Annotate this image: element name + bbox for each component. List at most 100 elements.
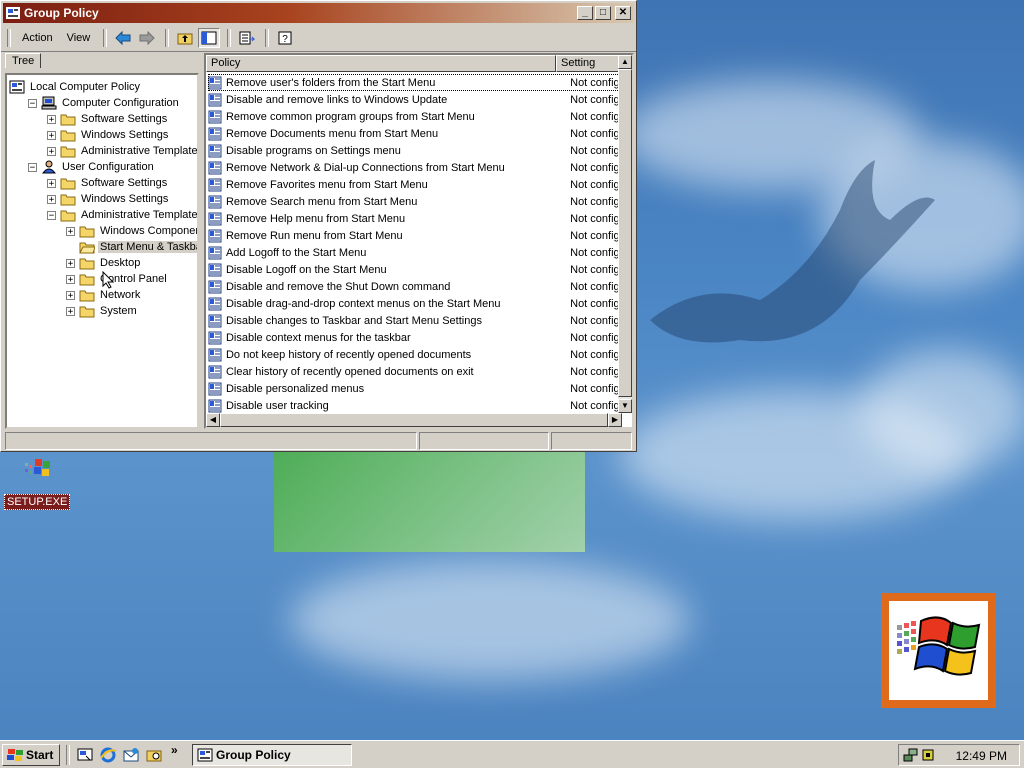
policy-row[interactable]: Add Logoff to the Start Menu Not configu [208,244,622,261]
tree-item[interactable]: Start Menu & Taskbar [66,239,197,255]
title-bar[interactable]: Group Policy _ □ ✕ [3,3,634,23]
cloud-decoration [290,560,690,680]
policy-row[interactable]: Clear history of recently opened documen… [208,363,622,380]
export-list-button[interactable] [236,28,258,48]
tree-item[interactable]: − Administrative Templates [47,207,197,223]
scroll-left-button[interactable]: ◀ [206,413,220,427]
tree-item[interactable]: + Administrative Templates [47,143,197,159]
column-header-setting[interactable]: Setting [556,55,622,72]
policy-row[interactable]: Remove Favorites menu from Start Menu Not… [208,176,622,193]
policy-row[interactable]: Remove Network & Dial-up Connections fro… [208,159,622,176]
policy-setting-value: Not configu [570,76,622,89]
policy-row[interactable]: Remove Help menu from Start Menu Not conf… [208,210,622,227]
vertical-scrollbar[interactable]: ▲ ▼ [618,55,632,413]
policy-row[interactable]: Disable Logoff on the Start Menu Not conf… [208,261,622,278]
policy-setting-icon [208,144,222,157]
menu-view[interactable]: View [61,30,97,46]
policy-setting-value: Not configu [570,399,622,412]
mouse-cursor-icon [102,271,114,289]
maximize-button[interactable]: □ [595,6,611,20]
tree-item[interactable]: + Software Settings [47,111,169,127]
scroll-down-button[interactable]: ▼ [618,399,632,413]
policy-row[interactable]: Remove user's folders from the Start Men… [208,74,622,91]
expand-icon[interactable]: + [66,226,75,236]
taskbar-button-group-policy[interactable]: Group Policy [192,744,352,766]
start-button[interactable]: Start [2,744,60,766]
clock[interactable]: 12:49 PM [956,749,1007,763]
collapse-icon[interactable]: − [28,98,37,108]
policy-row[interactable]: Do not keep history of recently opened d… [208,346,622,363]
policy-row[interactable]: Remove Documents menu from Start Menu Not… [208,125,622,142]
expand-icon[interactable]: + [47,114,56,124]
group-policy-icon [6,7,20,19]
policy-setting-value: Not configu [570,229,622,242]
policy-row[interactable]: Remove Search menu from Start Menu Not co… [208,193,622,210]
minimize-button[interactable]: _ [577,6,593,20]
help-button[interactable]: ? [274,28,296,48]
collapse-icon[interactable]: − [28,162,37,172]
tree-item[interactable]: Local Computer Policy [9,79,142,95]
tree-item-label: Windows Components [100,225,197,237]
column-header-policy[interactable]: Policy [206,55,556,72]
quicklaunch-overflow-icon[interactable]: » [171,743,178,757]
expand-icon[interactable]: + [66,258,75,268]
expand-icon[interactable]: + [66,306,75,316]
policy-row[interactable]: Remove common program groups from Start … [208,108,622,125]
policy-row[interactable]: Disable and remove the Shut Down command… [208,278,622,295]
expand-icon[interactable]: + [47,178,56,188]
back-button[interactable] [112,28,134,48]
forward-button[interactable] [136,28,158,48]
outlook-express-icon[interactable] [122,746,140,764]
policy-row[interactable]: Disable and remove links to Windows Upda… [208,91,622,108]
folder-open-icon [79,242,95,254]
scroll-thumb[interactable] [618,69,632,397]
desktop-icon-setup[interactable]: SETUP.EXE [4,455,71,510]
horizontal-scrollbar[interactable]: ◀ ▶ [206,413,622,427]
expand-icon[interactable]: + [47,130,56,140]
scroll-right-button[interactable]: ▶ [608,413,622,427]
policy-row[interactable]: Disable user tracking Not configu [208,397,622,414]
policy-row[interactable]: Disable drag-and-drop context menus on t… [208,295,622,312]
show-hide-tree-button[interactable] [198,28,221,48]
toolbar-separator [7,29,11,47]
tree-item[interactable]: − User Configuration [28,159,156,175]
policy-row[interactable]: Remove Run menu from Start Menu Not confi… [208,227,622,244]
show-desktop-icon[interactable] [76,746,94,764]
toolbar-separator [227,29,232,47]
close-button[interactable]: ✕ [615,6,631,20]
collapse-icon[interactable]: − [47,210,56,220]
tree-item[interactable]: + Desktop [66,255,142,271]
status-bar [5,432,634,450]
tree-item[interactable]: + Control Panel [66,271,169,287]
policy-setting-value: Not configu [570,280,622,293]
policy-row[interactable]: Disable programs on Settings menu Not con… [208,142,622,159]
network-tray-icon[interactable] [903,747,919,763]
tree-item-label: User Configuration [62,161,154,173]
explorer-folder-icon[interactable] [145,746,163,764]
tree-item[interactable]: + Windows Settings [47,127,170,143]
scroll-up-button[interactable]: ▲ [618,55,632,69]
policy-row[interactable]: Disable changes to Taskbar and Start Men… [208,312,622,329]
tree-item[interactable]: + System [66,303,139,319]
volume-tray-icon[interactable] [921,747,935,763]
expand-icon[interactable]: + [47,146,56,156]
expand-icon[interactable]: + [66,290,75,300]
policy-row[interactable]: Disable context menus for the taskbar Not… [208,329,622,346]
expand-icon[interactable]: + [47,194,56,204]
policy-setting-icon [208,382,222,395]
tree-item[interactable]: + Windows Settings [47,191,170,207]
policy-setting-icon [208,76,222,89]
tree-item[interactable]: − Computer Configuration [28,95,181,111]
tree-item[interactable]: + Windows Components [66,223,197,239]
policy-row[interactable]: Disable personalized menus Not configu [208,380,622,397]
horizontal-scroll-thumb[interactable] [220,413,608,427]
tab-tree[interactable]: Tree [5,53,42,68]
policy-setting-value: Not configu [570,382,622,395]
up-one-level-button[interactable] [174,28,196,48]
tree-item[interactable]: + Software Settings [47,175,169,191]
menu-action[interactable]: Action [16,30,59,46]
expand-icon[interactable]: + [66,274,75,284]
internet-explorer-icon[interactable] [99,746,117,764]
tree-item[interactable]: + Network [66,287,142,303]
taskbar-separator [66,745,70,765]
